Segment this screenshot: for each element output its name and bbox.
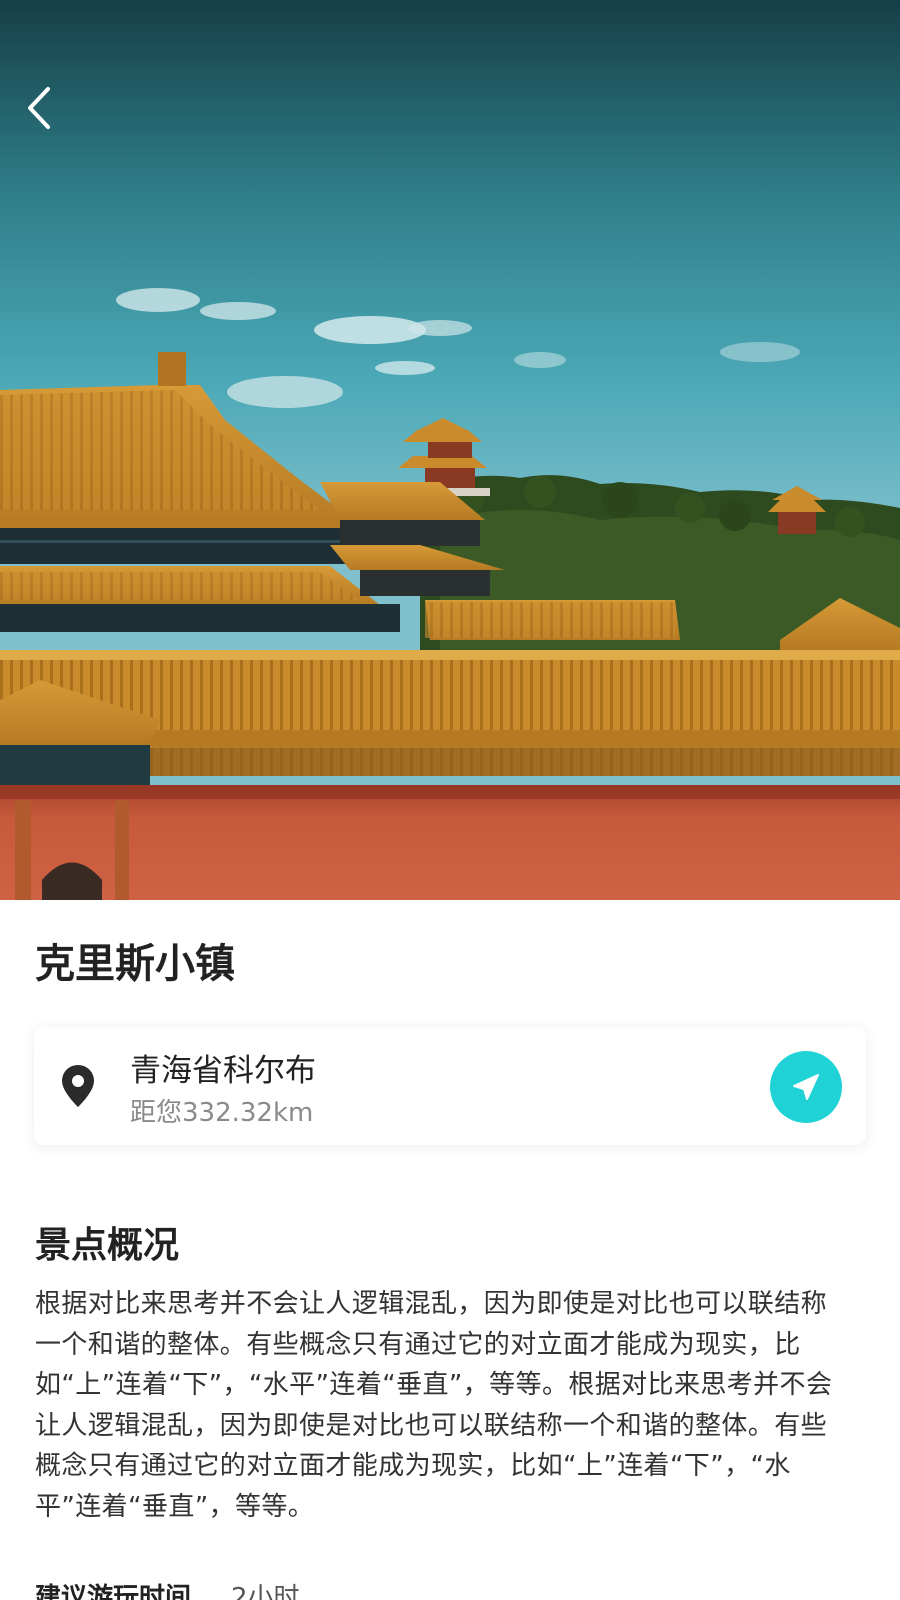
location-distance: 距您332.32km	[130, 1098, 314, 1128]
suggested-time-value: 2小时	[231, 1583, 300, 1600]
overview-section-title: 景点概况	[35, 1225, 180, 1266]
back-button[interactable]	[22, 84, 82, 144]
navigation-arrow-icon	[793, 1074, 819, 1100]
forbidden-city-illustration	[0, 0, 900, 900]
suggested-time-row: 建议游玩时间 2小时	[35, 1578, 300, 1600]
overview-text: 根据对比来思考并不会让人逻辑混乱，因为即使是对比也可以联结称一个和谐的整体。有些…	[35, 1289, 833, 1522]
suggested-time-label: 建议游玩时间	[35, 1583, 192, 1600]
navigate-button[interactable]	[770, 1051, 842, 1123]
hero-image	[0, 0, 900, 900]
map-pin-icon	[62, 1065, 94, 1107]
page-title: 克里斯小镇	[35, 941, 235, 987]
chevron-left-icon	[28, 87, 50, 129]
location-card[interactable]: 青海省科尔布 距您332.32km	[34, 1027, 866, 1145]
location-name: 青海省科尔布	[130, 1053, 316, 1089]
scenic-spot-detail-page: 克里斯小镇 青海省科尔布 距您332.32km 景点概况 根据对比来思考并不会让…	[0, 0, 900, 1600]
